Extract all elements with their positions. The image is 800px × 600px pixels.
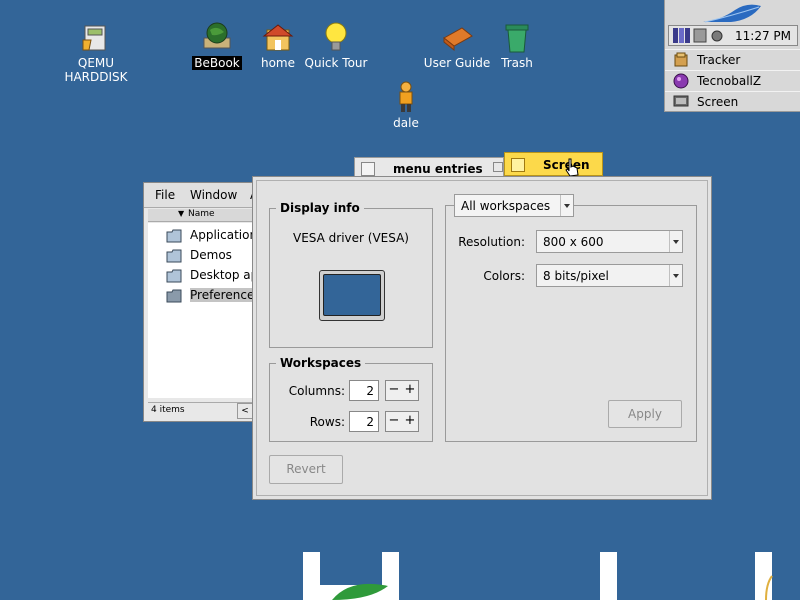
plus-icon[interactable]: +: [402, 382, 418, 397]
tracker-window: File Window A ▼ Name Applications Demos …: [143, 182, 266, 422]
rows-stepper[interactable]: − +: [385, 411, 419, 432]
desktop-icon-label: Quick Tour: [304, 56, 368, 70]
apply-button[interactable]: Apply: [608, 400, 682, 428]
monitor-preview: [319, 270, 385, 321]
minus-icon[interactable]: −: [386, 413, 402, 428]
media-icon[interactable]: [693, 28, 707, 43]
close-box-icon[interactable]: [361, 162, 375, 176]
workspaces-group: Workspaces Columns: 2 − + Rows: 2 − +: [269, 356, 433, 442]
desktop-icon-trash[interactable]: Trash: [472, 20, 562, 70]
desktop-icon-quick-tour[interactable]: Quick Tour: [291, 20, 381, 70]
menu-file[interactable]: File: [155, 188, 175, 202]
folder-icon: [166, 229, 182, 243]
desktop-icon-dale[interactable]: dale: [361, 80, 451, 130]
trash-icon: [505, 24, 529, 53]
workspaces-title: Workspaces: [276, 356, 366, 370]
workspace-scope-popup[interactable]: All workspaces: [454, 194, 574, 217]
harddisk-icon: [82, 25, 106, 51]
resolution-label: Resolution:: [458, 235, 525, 249]
desktop-icon-label: dale: [393, 116, 419, 130]
desktop-icon-qemu-harddisk[interactable]: QEMU HARDDISK: [51, 20, 141, 84]
deskbar-item-tracker[interactable]: Tracker: [665, 49, 800, 69]
columns-label: Columns:: [288, 384, 345, 398]
driver-label: VESA driver (VESA): [293, 231, 409, 245]
desktop-icon-label: Trash: [501, 56, 533, 70]
hand-cursor-icon: [565, 158, 579, 177]
chevron-down-icon: [669, 265, 682, 286]
folder-icon: [166, 269, 182, 283]
chevron-down-icon: [669, 231, 682, 252]
display-info-title: Display info: [276, 201, 364, 215]
home-folder-icon: [262, 24, 294, 51]
network-icon[interactable]: [710, 28, 724, 43]
bebook-icon: [203, 22, 231, 49]
person-icon: [399, 81, 413, 112]
deskbar-item-screen[interactable]: Screen: [665, 91, 800, 111]
minus-icon[interactable]: −: [386, 382, 402, 397]
plus-icon[interactable]: +: [402, 413, 418, 428]
tecnoballz-icon: [673, 73, 689, 89]
haiku-leaf-icon: [703, 4, 761, 23]
menu-window[interactable]: Window: [190, 188, 237, 202]
column-header-name[interactable]: ▼ Name: [148, 209, 258, 222]
columns-field[interactable]: 2: [349, 380, 379, 401]
tracker-file-list: Applications Demos Desktop app Preferenc…: [148, 223, 266, 398]
window-tab-screen[interactable]: Screen: [504, 152, 603, 177]
book-icon: [443, 27, 473, 52]
rows-label: Rows:: [309, 415, 345, 429]
tracker-menubar: File Window A: [144, 183, 258, 208]
deskbar-item-tecnoballz[interactable]: TecnoballZ: [665, 70, 800, 90]
desktop-icon-label: QEMU HARDDISK: [64, 56, 128, 84]
tracker-status-bar: 4 items <: [148, 402, 258, 419]
columns-stepper[interactable]: − +: [385, 380, 419, 401]
lightbulb-icon: [325, 22, 347, 51]
revert-button[interactable]: Revert: [269, 455, 343, 484]
process-controller-icon[interactable]: [673, 28, 691, 43]
colors-label: Colors:: [483, 269, 525, 283]
tracker-icon: [674, 52, 688, 67]
close-box-icon[interactable]: [511, 158, 525, 172]
deskbar-tray: 11:27 PM: [668, 25, 798, 46]
screen-preferences-window: Display info VESA driver (VESA) Workspac…: [252, 176, 712, 500]
chevron-down-icon: [560, 195, 573, 216]
rows-field[interactable]: 2: [349, 411, 379, 432]
deskbar: 11:27 PM Tracker TecnoballZ Screen: [664, 0, 800, 112]
colors-popup[interactable]: 8 bits/pixel: [536, 264, 683, 287]
clock[interactable]: 11:27 PM: [735, 29, 791, 43]
display-info-group: Display info VESA driver (VESA): [269, 201, 433, 348]
deskbar-menu-button[interactable]: [665, 0, 800, 25]
resolution-popup[interactable]: 800 x 600: [536, 230, 683, 253]
sort-arrow-icon: ▼: [178, 209, 185, 218]
folder-icon: [166, 289, 182, 303]
monitor-screen: [323, 274, 381, 316]
folder-icon: [166, 249, 182, 263]
zoom-box-icon[interactable]: [493, 162, 503, 172]
screen-icon: [673, 95, 689, 107]
scroll-left-arrow-icon[interactable]: <: [237, 403, 253, 419]
